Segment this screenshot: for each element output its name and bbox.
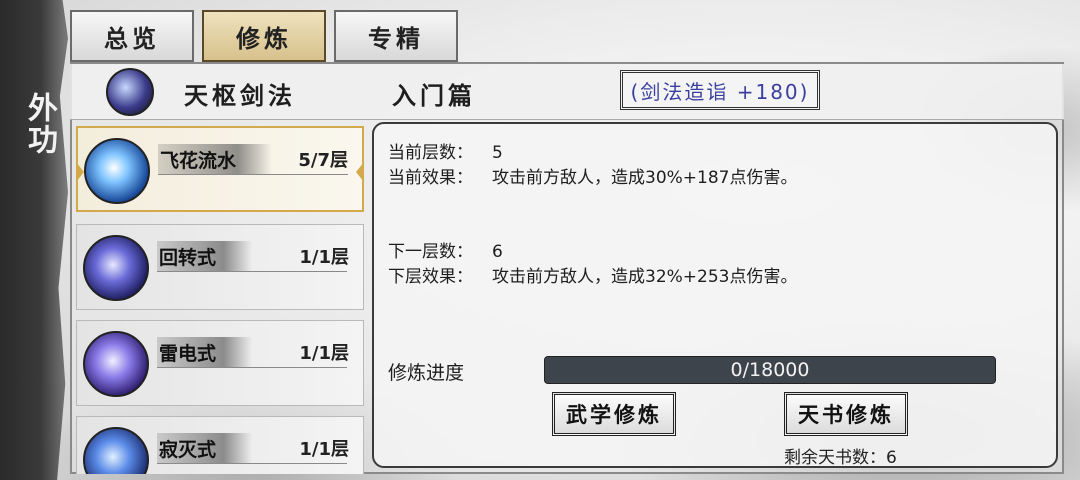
current-effect-value: 攻击前方敌人，造成30%+187点伤害。: [492, 168, 798, 188]
skill-item-lightning[interactable]: 雷电式 1/1层: [76, 320, 364, 406]
skill-item-name: 飞花流水: [158, 144, 273, 175]
martial-training-button[interactable]: 武学修炼: [552, 392, 676, 436]
progress-label: 修炼进度: [388, 362, 465, 384]
current-layer-row: 当前层数： 5: [388, 138, 503, 163]
divider: [157, 271, 347, 272]
tab-training[interactable]: 修炼: [202, 10, 326, 62]
current-layer-label: 当前层数：: [388, 143, 473, 163]
divider: [157, 463, 347, 464]
skill-item-spin[interactable]: 回转式 1/1层: [76, 224, 364, 310]
selection-arrow-right-icon: [356, 162, 364, 182]
current-layer-value: 5: [492, 143, 503, 163]
nirvana-icon: [83, 427, 149, 474]
side-category-label: 外功: [22, 92, 57, 156]
selection-arrow-left-icon: [76, 162, 84, 182]
progress-text: 0/18000: [730, 359, 810, 381]
next-layer-row: 下一层数： 6: [388, 237, 503, 262]
next-effect-label: 下层效果：: [388, 267, 473, 287]
skill-title: 天枢剑法: [184, 82, 296, 110]
tab-specialization[interactable]: 专精: [334, 10, 458, 62]
skill-item-nirvana[interactable]: 寂灭式 1/1层: [76, 416, 364, 474]
divider: [157, 367, 347, 368]
lightning-icon: [83, 331, 149, 397]
skill-item-level: 1/1层: [299, 247, 349, 268]
next-effect-row: 下层效果： 攻击前方敌人，造成32%+253点伤害。: [388, 262, 797, 287]
current-effect-row: 当前效果： 攻击前方敌人，造成30%+187点伤害。: [388, 163, 797, 188]
training-progress-bar: 0/18000: [544, 356, 996, 384]
skill-item-name: 雷电式: [157, 337, 253, 368]
skill-list[interactable]: 飞花流水 5/7层 回转式 1/1层 雷电式 1/1层 寂灭式 1/1层: [76, 126, 364, 474]
next-layer-value: 6: [492, 242, 503, 262]
sword-art-icon: [106, 68, 154, 116]
current-effect-label: 当前效果：: [388, 168, 473, 188]
spin-slash-icon: [83, 235, 149, 301]
skill-item-level: 1/1层: [299, 343, 349, 364]
divider: [158, 174, 348, 175]
tab-bar: 总览 修炼 专精: [70, 10, 458, 62]
flying-blossom-icon: [84, 138, 150, 204]
skill-item-flying-blossom[interactable]: 飞花流水 5/7层: [76, 126, 364, 212]
next-layer-label: 下一层数：: [388, 242, 473, 262]
skill-item-name: 回转式: [157, 241, 253, 272]
next-effect-value: 攻击前方敌人，造成32%+253点伤害。: [492, 267, 798, 287]
skill-item-name: 寂灭式: [157, 433, 253, 464]
mastery-badge: (剑法造诣 +180): [620, 70, 820, 110]
skill-item-level: 5/7层: [298, 150, 348, 171]
skill-item-level: 1/1层: [299, 439, 349, 460]
tab-overview[interactable]: 总览: [70, 10, 194, 62]
tianshu-training-button[interactable]: 天书修炼: [784, 392, 908, 436]
remaining-books-count: 剩余天书数：6: [784, 448, 897, 468]
side-brush-strip: [0, 0, 68, 480]
skill-chapter: 入门篇: [392, 82, 476, 110]
